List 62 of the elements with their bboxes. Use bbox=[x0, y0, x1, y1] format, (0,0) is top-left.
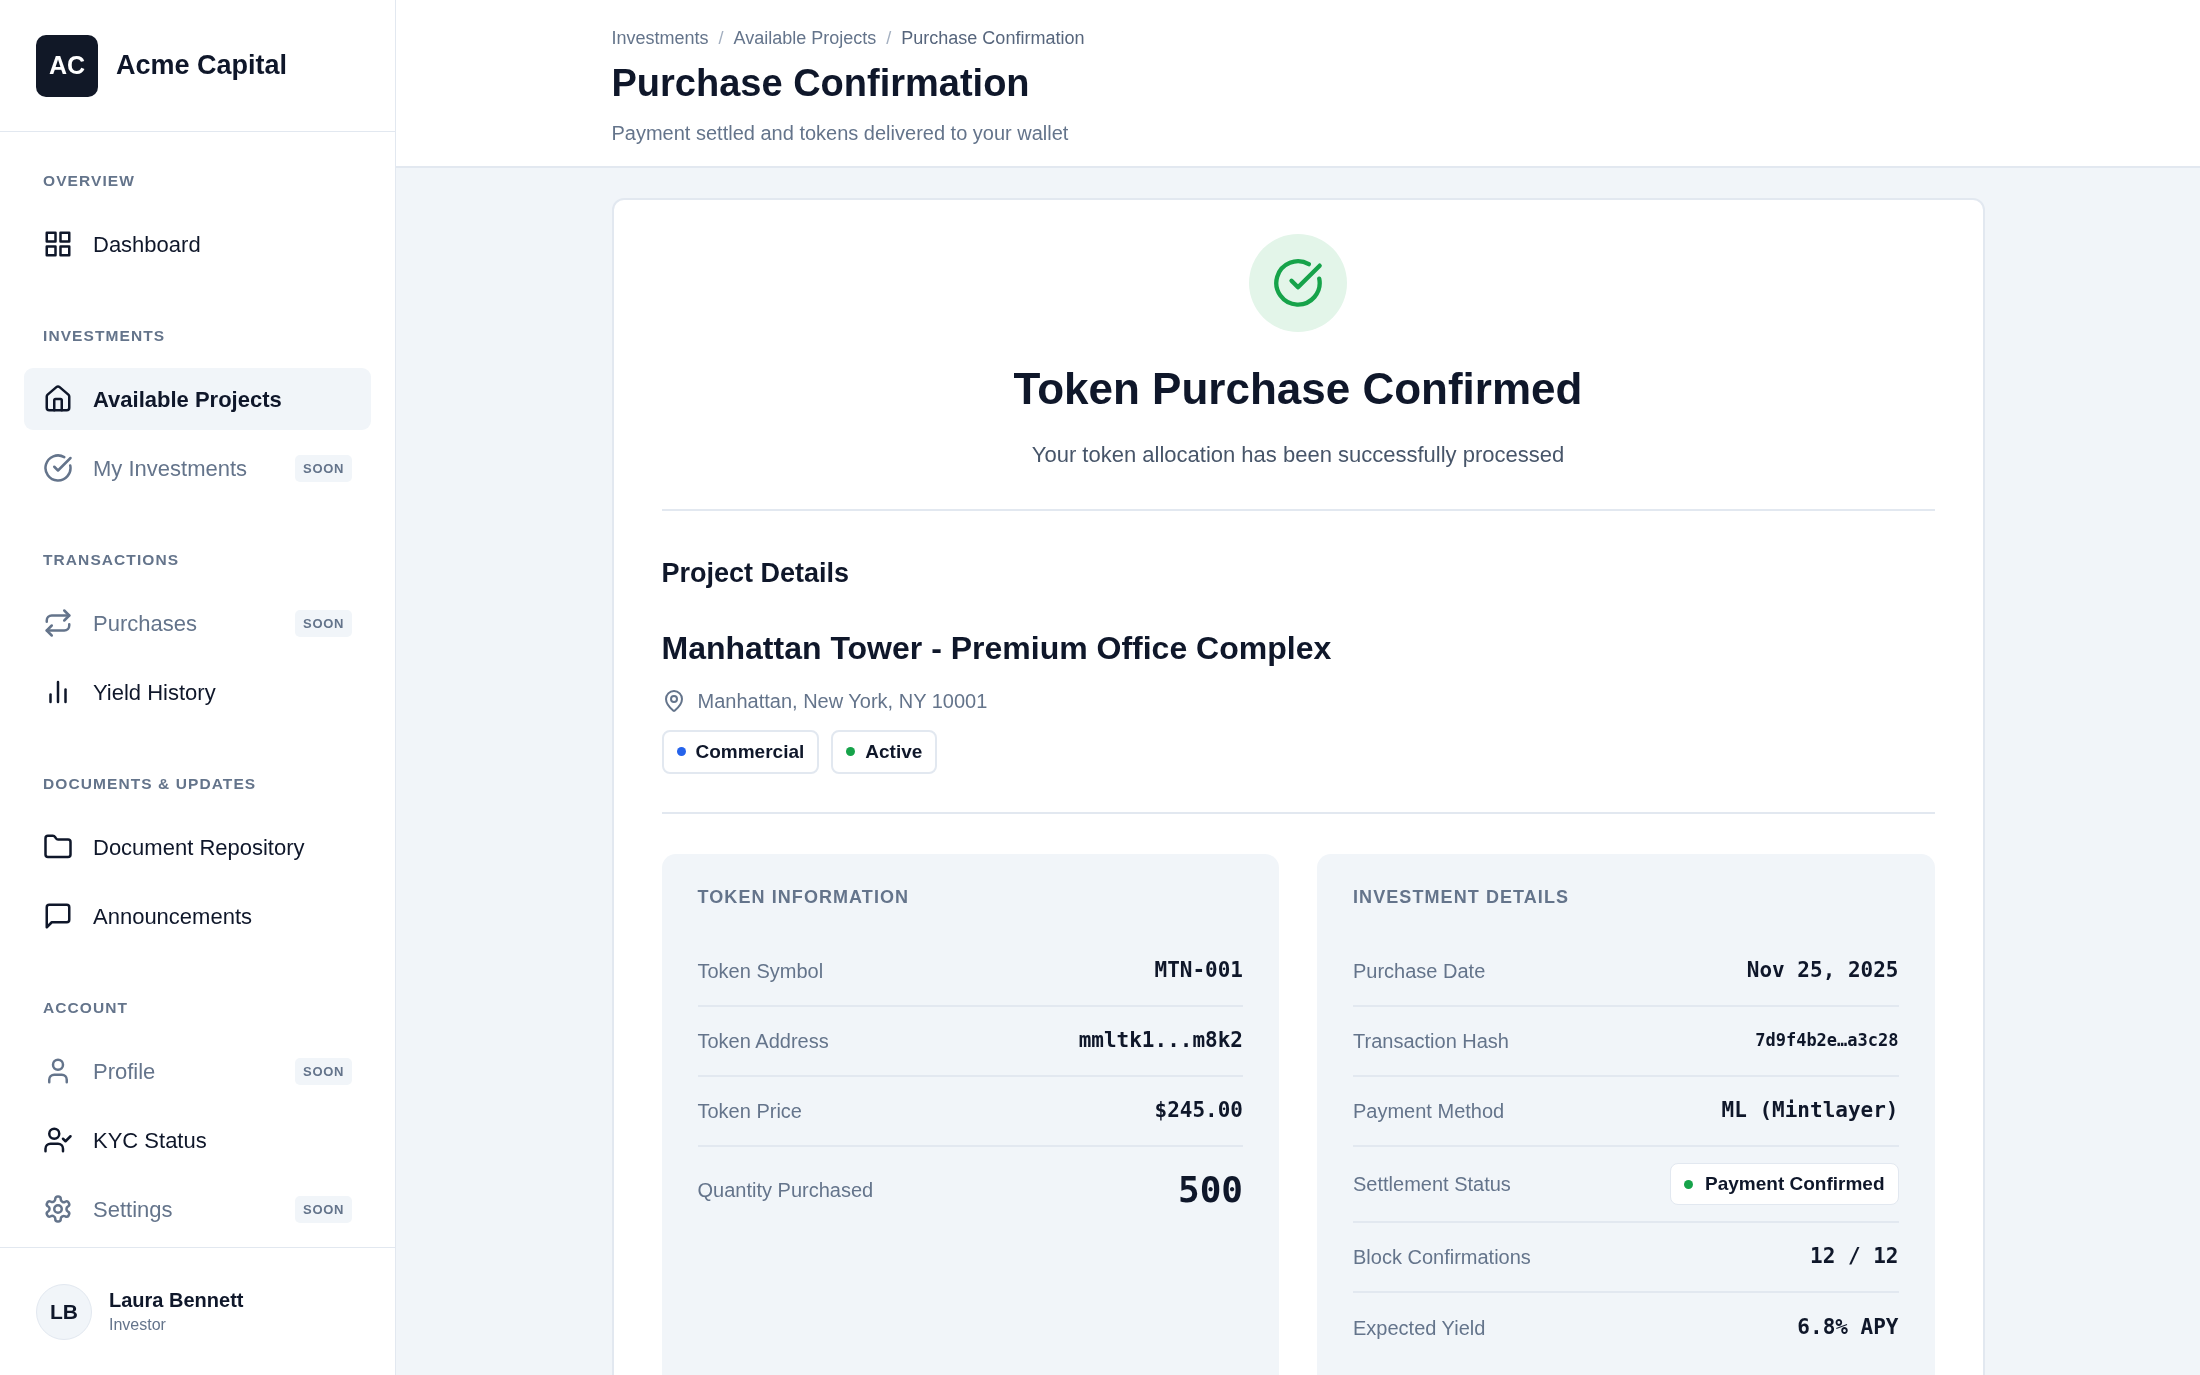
logo: AC bbox=[36, 34, 98, 97]
field-value: MTN-001 bbox=[1154, 957, 1243, 985]
field-value: Nov 25, 2025 bbox=[1746, 957, 1899, 985]
field-label: Block Confirmations bbox=[1353, 1245, 1531, 1270]
field-value: $245.00 bbox=[1154, 1097, 1243, 1125]
brand-name: Acme Capital bbox=[116, 49, 288, 83]
field-label: Purchase Date bbox=[1353, 959, 1486, 984]
nav-item[interactable]: Announcements bbox=[24, 885, 371, 948]
field-value: 7d9f4b2e…a3c28 bbox=[1755, 1029, 1899, 1053]
home-icon bbox=[43, 384, 73, 415]
chat-icon bbox=[43, 901, 73, 932]
breadcrumb-separator: / bbox=[886, 27, 892, 50]
panel-title: INVESTMENT DETAILS bbox=[1353, 886, 1571, 909]
field-label: Token Price bbox=[697, 1099, 802, 1124]
section-label: OVERVIEW bbox=[42, 171, 136, 192]
page-subtitle: Payment settled and tokens delivered to your wallet bbox=[611, 121, 1070, 146]
grid-icon bbox=[43, 229, 73, 260]
arrows-icon bbox=[43, 608, 73, 639]
field-label: Token Address bbox=[697, 1029, 829, 1054]
section-label: TRANSACTIONS bbox=[42, 550, 181, 571]
field-label: Token Symbol bbox=[697, 959, 824, 984]
section-label: DOCUMENTS & UPDATES bbox=[42, 774, 258, 795]
user-role: Investor bbox=[109, 1314, 167, 1335]
settings-icon bbox=[43, 1194, 73, 1225]
field-label: Settlement Status bbox=[1353, 1172, 1511, 1197]
page-title: Purchase Confirmation bbox=[611, 61, 1031, 106]
field-value: 500 bbox=[1177, 1168, 1243, 1212]
soon-tag: SOON bbox=[295, 609, 352, 638]
soon-tag: SOON bbox=[295, 1195, 352, 1224]
check-circle-icon bbox=[43, 453, 73, 484]
nav-item[interactable]: Available Projects bbox=[24, 368, 371, 431]
field-value: mmltk1...m8k2 bbox=[1078, 1027, 1243, 1055]
project-name: Manhattan Tower - Premium Office Complex bbox=[661, 628, 1333, 668]
nav-item[interactable]: Yield History bbox=[24, 661, 371, 724]
confirmation-message: Your token allocation has been successfully processed bbox=[1030, 441, 1566, 469]
section-label: ACCOUNT bbox=[42, 998, 130, 1019]
breadcrumb-separator: / bbox=[718, 27, 724, 50]
user-avatar: LB bbox=[36, 1283, 92, 1340]
soon-tag: SOON bbox=[295, 1057, 352, 1086]
field-label: Quantity Purchased bbox=[697, 1178, 874, 1203]
field-label: Transaction Hash bbox=[1353, 1029, 1509, 1054]
field-value: 12 / 12 bbox=[1810, 1243, 1899, 1271]
section-label: INVESTMENTS bbox=[42, 326, 167, 347]
nav-item[interactable]: Document Repository bbox=[24, 816, 371, 879]
breadcrumb-link[interactable]: Investments bbox=[611, 26, 709, 50]
soon-tag: SOON bbox=[295, 454, 352, 483]
panel-title: TOKEN INFORMATION bbox=[697, 886, 911, 909]
field-value: 6.8% APY bbox=[1797, 1314, 1899, 1342]
tag: Active bbox=[831, 729, 938, 774]
confirmation-title: Token Purchase Confirmed bbox=[1012, 363, 1584, 415]
project-location: Manhattan, New York, NY 10001 bbox=[697, 688, 988, 714]
breadcrumb-link[interactable]: Available Projects bbox=[733, 26, 877, 50]
breadcrumb-current: Purchase Confirmation bbox=[901, 27, 1085, 50]
section-title: Project Details bbox=[661, 557, 851, 590]
status-tag: Payment Confirmed bbox=[1670, 1162, 1899, 1206]
field-value: ML (Mintlayer) bbox=[1721, 1097, 1899, 1125]
tag: Commercial bbox=[661, 729, 820, 774]
nav-item[interactable]: Dashboard bbox=[24, 213, 371, 276]
field-label: Payment Method bbox=[1353, 1099, 1505, 1124]
user-name: Laura Bennett bbox=[109, 1287, 244, 1313]
nav-item[interactable]: KYC Status bbox=[24, 1109, 371, 1172]
field-label: Expected Yield bbox=[1353, 1316, 1486, 1341]
